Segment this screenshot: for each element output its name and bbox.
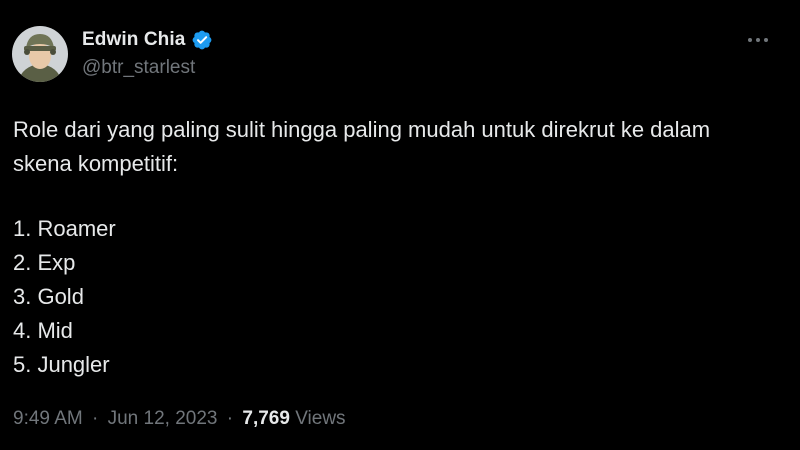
list-item: 2. Exp	[13, 250, 76, 275]
views-count[interactable]: 7,769	[242, 408, 290, 429]
author-handle[interactable]: @btr_starlest	[82, 57, 195, 79]
list-item: 1. Roamer	[13, 216, 116, 241]
role-list: 1. Roamer 2. Exp 3. Gold 4. Mid 5. Jungl…	[13, 212, 116, 382]
list-item: 4. Mid	[13, 318, 73, 343]
tweet-date[interactable]: Jun 12, 2023	[108, 408, 218, 429]
list-item: 5. Jungler	[13, 352, 110, 377]
views-label: Views	[295, 408, 346, 429]
tweet-time[interactable]: 9:49 AM	[13, 408, 83, 429]
meta-separator: ·	[226, 408, 234, 429]
author-display-name[interactable]: Edwin Chia	[82, 29, 185, 51]
avatar[interactable]	[12, 26, 68, 82]
meta-separator: ·	[92, 408, 99, 429]
author-name-row: Edwin Chia	[82, 27, 213, 53]
tweet-card: Edwin Chia @btr_starlest Role dari yang …	[0, 0, 800, 450]
verified-badge-icon[interactable]	[191, 29, 213, 51]
avatar-image	[12, 26, 68, 82]
more-options-icon	[748, 38, 768, 42]
list-item: 3. Gold	[13, 284, 84, 309]
tweet-text-line: Role dari yang paling sulit hingga palin…	[13, 117, 711, 142]
tweet-text: Role dari yang paling sulit hingga palin…	[13, 113, 783, 181]
tweet-meta: 9:49 AM · Jun 12, 2023 · 7,769 Views	[13, 408, 346, 430]
more-options-button[interactable]	[742, 26, 774, 54]
tweet-text-line: skena kompetitif:	[13, 151, 179, 176]
